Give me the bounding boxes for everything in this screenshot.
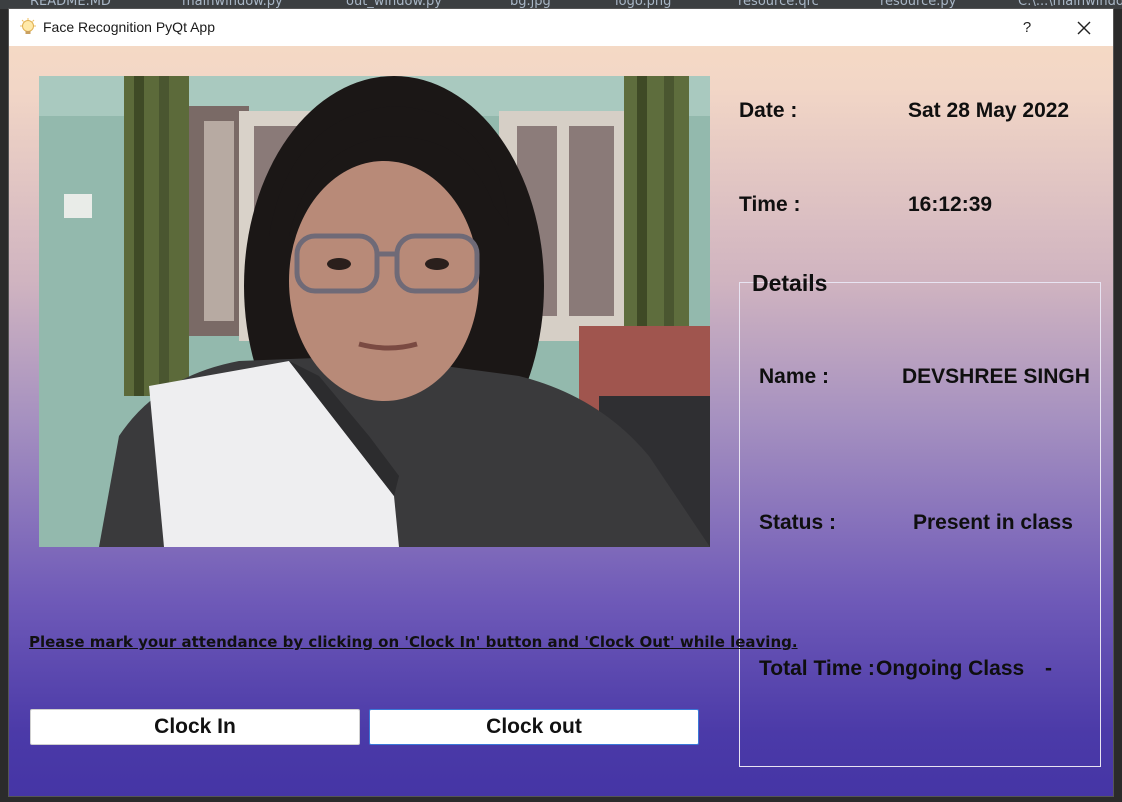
app-window: Face Recognition PyQt App ? Date: Sat 2…	[9, 9, 1113, 796]
ide-tab[interactable]: bg.jpg	[510, 0, 551, 9]
ide-tab-strip: README.MD mainwindow.py out_window.py bg…	[0, 0, 1122, 9]
ide-tab[interactable]: logo.png	[615, 0, 671, 9]
clock-out-button[interactable]: Clock out	[369, 709, 699, 745]
ide-tab[interactable]: C:\...\mainwindow	[1018, 0, 1122, 9]
date-label: Date :	[739, 99, 798, 122]
ide-tab[interactable]: resource.qrc	[738, 0, 819, 9]
ide-tab[interactable]: resource.py	[880, 0, 956, 9]
total-time-value: Ongoing Class	[876, 657, 1025, 680]
camera-image	[39, 76, 710, 547]
name-label: Name :	[759, 365, 830, 388]
lightbulb-icon	[20, 18, 36, 34]
details-title: Details	[752, 270, 828, 296]
instructions-text: Please mark your attendance by clicking …	[29, 633, 798, 651]
status-value: Present in class	[913, 511, 1073, 534]
total-time-label: Total Time :	[759, 657, 875, 680]
date-value: Sat 28 May 2022	[908, 99, 1070, 122]
status-label: Status :	[759, 511, 837, 534]
time-value: 16:12:39	[908, 193, 993, 216]
total-time-extra: -	[1045, 657, 1052, 680]
window-title: Face Recognition PyQt App	[43, 19, 215, 35]
name-value: DEVSHREE SINGH	[902, 365, 1090, 388]
clock-in-button[interactable]: Clock In	[30, 709, 360, 745]
title-bar[interactable]: Face Recognition PyQt App ?	[9, 9, 1113, 46]
ide-right-panel	[1112, 9, 1122, 802]
ide-tab[interactable]: README.MD	[30, 0, 111, 9]
time-label: Time :	[739, 193, 801, 216]
ide-tab[interactable]: mainwindow.py	[182, 0, 283, 9]
camera-feed	[39, 76, 710, 547]
ide-tab[interactable]: out_window.py	[346, 0, 442, 9]
help-button[interactable]: ?	[1013, 15, 1041, 41]
close-button[interactable]	[1069, 15, 1099, 41]
close-icon	[1077, 21, 1091, 35]
ide-gutter	[0, 9, 9, 802]
